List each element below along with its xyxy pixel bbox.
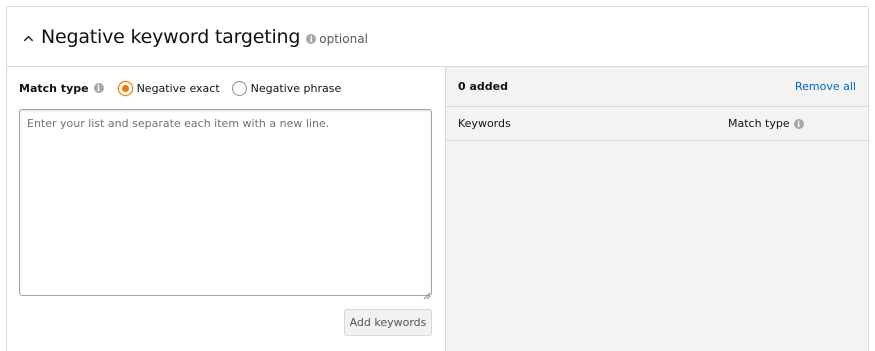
match-type-info-icon[interactable]: i <box>93 83 104 93</box>
column-header-match-type-label: Match type <box>728 117 790 130</box>
section-body: Match type i Negative exact Negative phr… <box>7 67 868 351</box>
chevron-up-icon[interactable] <box>21 32 35 46</box>
radio-negative-phrase[interactable]: Negative phrase <box>231 80 342 96</box>
add-keywords-button[interactable]: Add keywords <box>344 309 432 336</box>
radio-negative-exact[interactable]: Negative exact <box>117 80 220 96</box>
match-type-label: Match type <box>19 81 89 95</box>
radio-label: Negative phrase <box>250 81 342 95</box>
added-keywords-panel: 0 added Remove all Keywords Match type i <box>446 67 868 351</box>
added-summary-row: 0 added Remove all <box>446 67 868 107</box>
added-count: 0 added <box>458 80 508 93</box>
match-type-radio-group: Negative exact Negative phrase <box>117 80 354 96</box>
keyword-entry-panel: Match type i Negative exact Negative phr… <box>7 67 446 351</box>
resize-handle-icon[interactable] <box>422 285 431 300</box>
section-title: Negative keyword targeting <box>41 25 301 48</box>
column-header-match-type: Match type i <box>728 117 804 130</box>
info-icon[interactable]: i <box>306 33 317 44</box>
keywords-textarea[interactable] <box>19 109 432 296</box>
radio-label: Negative exact <box>136 81 220 95</box>
negative-keyword-card: Negative keyword targeting i optional Ma… <box>6 6 869 351</box>
optional-label: optional <box>319 32 368 46</box>
section-header[interactable]: Negative keyword targeting i optional <box>7 7 868 67</box>
radio-button-unchecked[interactable] <box>231 80 247 96</box>
keywords-table-header: Keywords Match type i <box>446 107 868 141</box>
remove-all-link[interactable]: Remove all <box>795 80 856 93</box>
match-type-row: Match type i Negative exact Negative phr… <box>19 79 353 97</box>
radio-button-checked[interactable] <box>117 80 133 96</box>
column-match-type-info-icon[interactable]: i <box>793 118 804 129</box>
column-header-keywords: Keywords <box>458 117 511 130</box>
